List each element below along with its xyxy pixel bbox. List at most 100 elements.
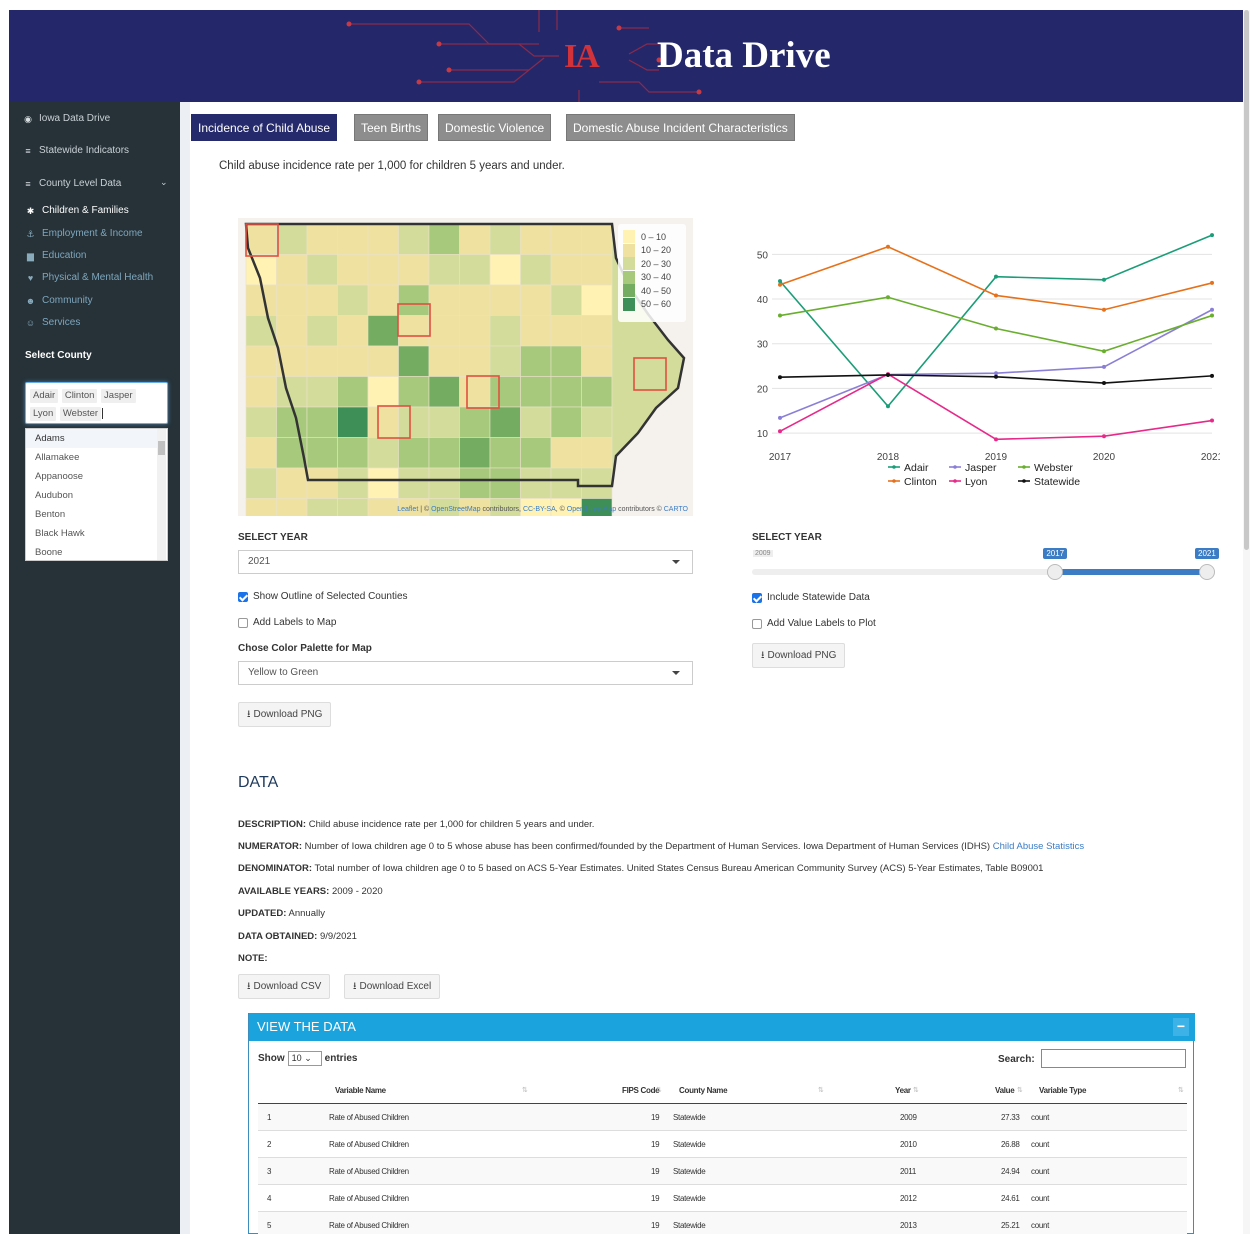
sort-icon[interactable]: ⇅ (656, 1086, 662, 1094)
county-shape[interactable] (337, 437, 369, 469)
search-input[interactable] (1041, 1049, 1186, 1068)
sort-icon[interactable]: ⇅ (1017, 1086, 1023, 1094)
county-shape[interactable] (276, 406, 308, 438)
county-shape[interactable] (306, 284, 338, 316)
sidebar-item-iowa-data-drive[interactable]: ◉ Iowa Data Drive (23, 113, 110, 124)
county-shape[interactable] (428, 345, 460, 377)
county-shape[interactable] (245, 437, 277, 469)
county-multiselect-input[interactable]: Adair Clinton Jasper Lyon Webster (25, 382, 168, 424)
county-shape[interactable] (367, 345, 399, 377)
data-point[interactable] (778, 282, 782, 287)
tab-incidence-of-child-abuse[interactable]: Incidence of Child Abuse (191, 114, 338, 141)
data-point[interactable] (994, 326, 998, 331)
county-shape[interactable] (489, 254, 521, 286)
county-shape[interactable] (581, 376, 613, 408)
county-option[interactable]: Appanoose (26, 467, 157, 486)
county-shape[interactable] (581, 284, 613, 316)
line-chart[interactable]: 102030405020172018201920202021AdairJaspe… (740, 212, 1220, 512)
county-shape[interactable] (276, 498, 308, 517)
county-shape[interactable] (367, 437, 399, 469)
series-line-jasper[interactable] (779, 309, 1213, 419)
table-row[interactable]: 1 Rate of Abused Children 19 Statewide 2… (258, 1104, 1187, 1131)
county-shape[interactable] (428, 376, 460, 408)
data-point[interactable] (778, 429, 782, 434)
county-shape[interactable] (550, 376, 582, 408)
county-chip[interactable]: Jasper (101, 389, 136, 403)
county-shape[interactable] (459, 315, 491, 347)
legend-label[interactable]: Adair (904, 462, 929, 474)
county-shape[interactable] (276, 315, 308, 347)
show-outline-checkbox[interactable]: Show Outline of Selected Counties (238, 591, 408, 602)
county-shape[interactable] (337, 498, 369, 517)
data-point[interactable] (778, 375, 782, 380)
county-shape[interactable] (398, 406, 430, 438)
data-point[interactable] (1102, 434, 1106, 439)
sidebar-item-statewide-indicators[interactable]: ≡ Statewide Indicators (23, 145, 129, 156)
county-shape[interactable] (398, 437, 430, 469)
county-shape[interactable] (337, 315, 369, 347)
county-shape[interactable] (550, 437, 582, 469)
map-download-png-button[interactable]: ⭳ Download PNG (238, 702, 332, 727)
county-shape[interactable] (276, 254, 308, 286)
legend-label[interactable]: Statewide (1034, 476, 1080, 488)
download-csv-button[interactable]: ⭳ Download CSV (238, 974, 331, 999)
county-shape[interactable] (459, 254, 491, 286)
county-shape[interactable] (337, 254, 369, 286)
include-statewide-checkbox[interactable]: Include Statewide Data (752, 592, 870, 603)
county-shape[interactable] (306, 498, 338, 517)
county-option[interactable]: Audubon (26, 486, 157, 505)
data-point[interactable] (1210, 233, 1214, 238)
column-header-fips-code[interactable]: FIPS Code (622, 1086, 660, 1095)
county-option[interactable]: Boone (26, 543, 157, 560)
county-shape[interactable] (306, 467, 338, 499)
county-shape[interactable] (428, 467, 460, 499)
table-row[interactable]: 3 Rate of Abused Children 19 Statewide 2… (258, 1158, 1187, 1185)
data-point[interactable] (886, 244, 890, 249)
county-chip[interactable]: Adair (30, 389, 59, 403)
checkbox-checked-icon[interactable] (238, 591, 248, 602)
checkbox-unchecked-icon[interactable] (238, 617, 248, 628)
county-shape[interactable] (428, 315, 460, 347)
county-shape[interactable] (428, 437, 460, 469)
sort-icon[interactable]: ⇅ (1178, 1086, 1184, 1094)
sidebar-item-community[interactable]: ☻ Community (25, 295, 93, 306)
county-shape[interactable] (520, 437, 552, 469)
county-shape[interactable] (520, 315, 552, 347)
county-dropdown[interactable]: Adams Allamakee Appanoose Audubon Benton… (25, 428, 168, 561)
county-shape[interactable] (550, 315, 582, 347)
data-point[interactable] (1210, 313, 1214, 318)
data-point[interactable] (1210, 373, 1214, 378)
county-shape[interactable] (245, 223, 277, 255)
osm-link[interactable]: OpenStreetMap (431, 506, 480, 513)
county-shape[interactable] (489, 315, 521, 347)
table-row[interactable]: 4 Rate of Abused Children 19 Statewide 2… (258, 1185, 1187, 1212)
iowa-county-map[interactable]: 0 – 10 10 – 20 20 – 30 30 – 40 40 – 50 5… (238, 218, 693, 516)
county-shape[interactable] (398, 315, 430, 347)
county-shape[interactable] (489, 376, 521, 408)
county-shape[interactable] (581, 315, 613, 347)
county-shape[interactable] (337, 376, 369, 408)
dropdown-scrollbar[interactable] (157, 429, 166, 560)
data-point[interactable] (1210, 307, 1214, 312)
county-shape[interactable] (581, 406, 613, 438)
county-shape[interactable] (398, 376, 430, 408)
sidebar-item-education[interactable]: ▆ Education (25, 250, 86, 261)
legend-label[interactable]: Jasper (965, 462, 997, 474)
county-shape[interactable] (367, 284, 399, 316)
county-option[interactable]: Black Hawk (26, 524, 157, 543)
county-shape[interactable] (276, 467, 308, 499)
child-abuse-statistics-link[interactable]: Child Abuse Statistics (993, 841, 1084, 852)
data-point[interactable] (1102, 364, 1106, 369)
county-shape[interactable] (398, 254, 430, 286)
county-chip[interactable]: Lyon (30, 407, 57, 421)
data-point[interactable] (886, 295, 890, 300)
scrollbar-thumb[interactable] (158, 441, 165, 455)
county-shape[interactable] (489, 284, 521, 316)
column-header-value[interactable]: Value (995, 1086, 1015, 1095)
series-line-lyon[interactable] (779, 373, 1213, 441)
county-shape[interactable] (306, 345, 338, 377)
add-labels-checkbox[interactable]: Add Labels to Map (238, 617, 336, 628)
county-shape[interactable] (520, 254, 552, 286)
county-shape[interactable] (520, 223, 552, 255)
county-shape[interactable] (245, 498, 277, 517)
